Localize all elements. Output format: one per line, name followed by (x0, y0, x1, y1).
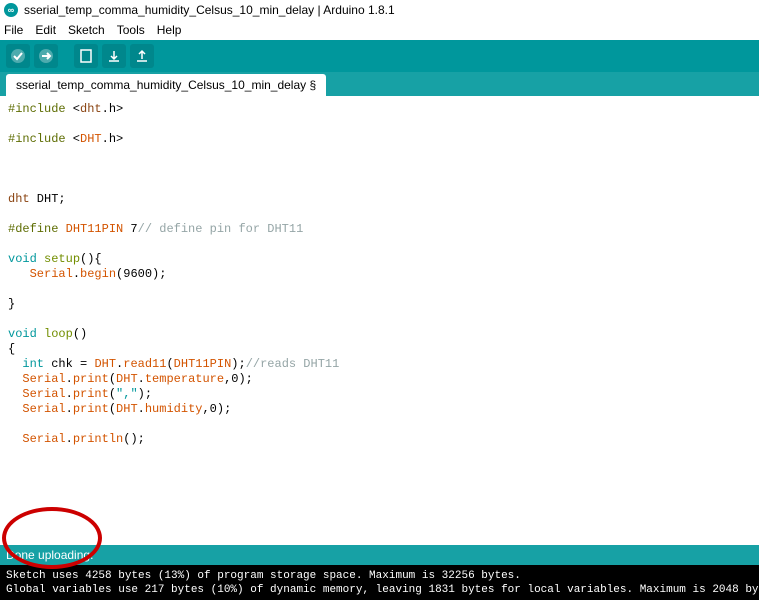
menu-file[interactable]: File (4, 23, 23, 37)
menu-bar: File Edit Sketch Tools Help (0, 20, 759, 40)
open-button[interactable] (102, 44, 126, 68)
menu-edit[interactable]: Edit (35, 23, 56, 37)
console-line: Sketch uses 4258 bytes (13%) of program … (6, 570, 521, 582)
arduino-icon: ∞ (4, 3, 18, 17)
save-button[interactable] (130, 44, 154, 68)
tab-bar: sserial_temp_comma_humidity_Celsus_10_mi… (0, 72, 759, 96)
console-line: Global variables use 217 bytes (10%) of … (6, 584, 759, 596)
menu-tools[interactable]: Tools (117, 23, 145, 37)
verify-button[interactable] (6, 44, 30, 68)
title-bar: ∞ sserial_temp_comma_humidity_Celsus_10_… (0, 0, 759, 20)
menu-help[interactable]: Help (157, 23, 182, 37)
tab-label: sserial_temp_comma_humidity_Celsus_10_mi… (16, 78, 316, 92)
status-bar: Done uploading. (0, 545, 759, 565)
new-button[interactable] (74, 44, 98, 68)
output-console: Sketch uses 4258 bytes (13%) of program … (0, 565, 759, 600)
menu-sketch[interactable]: Sketch (68, 23, 105, 37)
title-text: sserial_temp_comma_humidity_Celsus_10_mi… (24, 3, 395, 17)
upload-button[interactable] (34, 44, 58, 68)
status-text: Done uploading. (6, 548, 93, 562)
sketch-tab[interactable]: sserial_temp_comma_humidity_Celsus_10_mi… (6, 74, 326, 96)
code-editor[interactable]: #include <dht.h> #include <DHT.h> dht DH… (0, 96, 759, 545)
toolbar (0, 40, 759, 72)
